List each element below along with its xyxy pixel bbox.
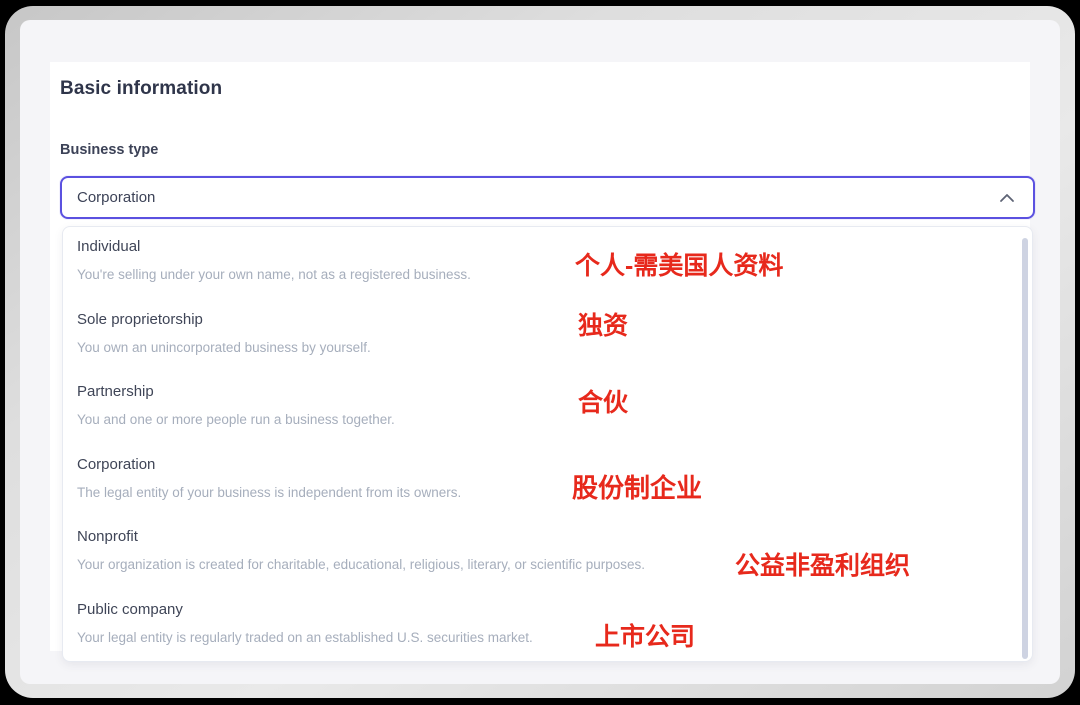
business-type-dropdown: Individual You're selling under your own… [62,226,1033,662]
option-description: You own an unincorporated business by yo… [77,339,1018,357]
business-type-label: Business type [60,142,158,158]
option-title: Nonprofit [77,527,1018,547]
option-description: You're selling under your own name, not … [77,266,1018,284]
chevron-up-icon[interactable] [999,193,1015,203]
option-partnership[interactable]: Partnership You and one or more people r… [63,372,1032,445]
option-description: You and one or more people run a busines… [77,411,1018,429]
option-corporation[interactable]: Corporation The legal entity of your bus… [63,445,1032,518]
option-title: Partnership [77,382,1018,402]
option-title: Sole proprietorship [77,310,1018,330]
option-title: Corporation [77,455,1018,475]
screenshot-stage: Basic information Business type Corporat… [0,0,1080,705]
option-public-company[interactable]: Public company Your legal entity is regu… [63,590,1032,662]
annotation-sole-proprietorship: 独资 [578,306,628,342]
dropdown-scrollbar[interactable] [1022,238,1028,659]
option-title: Individual [77,237,1018,257]
option-individual[interactable]: Individual You're selling under your own… [63,227,1032,300]
option-description: The legal entity of your business is ind… [77,484,1018,502]
annotation-partnership: 合伙 [578,383,628,419]
annotation-individual: 个人-需美国人资料 [575,246,783,282]
annotation-nonprofit: 公益非盈利组织 [735,546,910,582]
annotation-corporation: 股份制企业 [572,468,702,505]
option-sole-proprietorship[interactable]: Sole proprietorship You own an unincorpo… [63,300,1032,373]
page-title: Basic information [60,78,222,100]
option-title: Public company [77,600,1018,620]
annotation-public-company: 上市公司 [595,617,695,653]
business-type-select[interactable]: Corporation [60,176,1035,219]
business-type-selected-value: Corporation [77,189,155,206]
option-description: Your legal entity is regularly traded on… [77,629,1018,647]
